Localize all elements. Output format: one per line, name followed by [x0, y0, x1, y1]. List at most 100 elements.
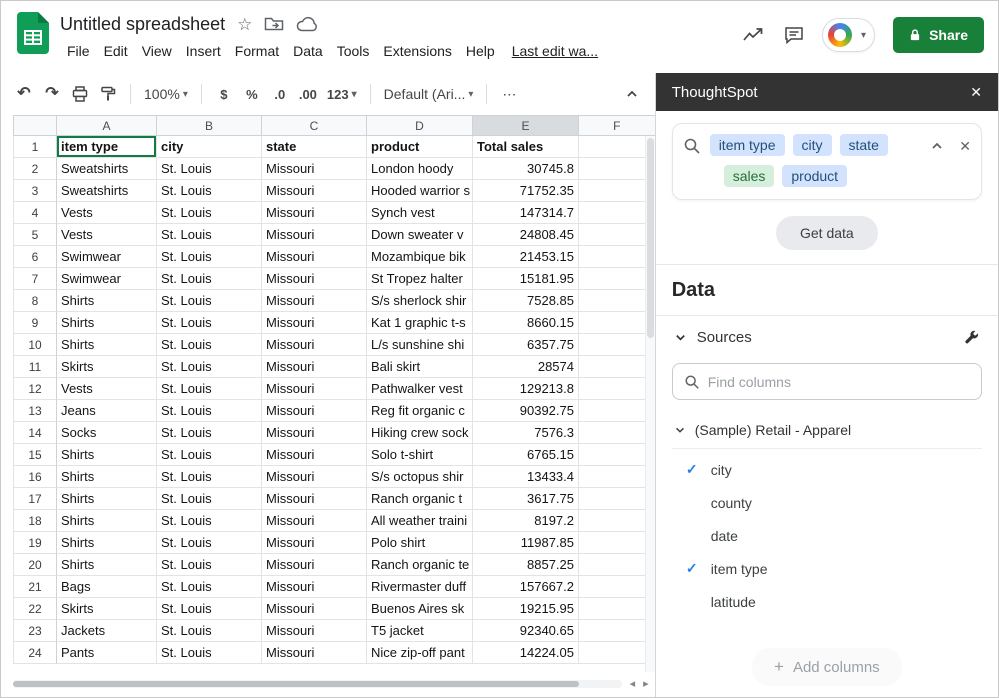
cell-F20[interactable] — [579, 554, 655, 576]
get-data-button[interactable]: Get data — [776, 216, 878, 250]
cell-C8[interactable]: Missouri — [262, 290, 367, 312]
cell-B19[interactable]: St. Louis — [157, 532, 262, 554]
cell-C11[interactable]: Missouri — [262, 356, 367, 378]
cell-A21[interactable]: Bags — [57, 576, 157, 598]
menu-help[interactable]: Help — [459, 41, 502, 61]
cell-D21[interactable]: Rivermaster duff — [367, 576, 473, 598]
cell-E5[interactable]: 24808.45 — [473, 224, 579, 246]
cell-F15[interactable] — [579, 444, 655, 466]
cell-B18[interactable]: St. Louis — [157, 510, 262, 532]
source-column-latitude[interactable]: latitude — [672, 585, 982, 618]
row-header-5[interactable]: 5 — [13, 224, 57, 246]
cell-B3[interactable]: St. Louis — [157, 180, 262, 202]
row-header-23[interactable]: 23 — [13, 620, 57, 642]
search-token-state[interactable]: state — [840, 134, 888, 156]
cell-A1[interactable]: item type — [57, 136, 157, 158]
horizontal-scrollbar[interactable]: ◂ ▸ — [13, 677, 649, 691]
menu-extensions[interactable]: Extensions — [376, 41, 458, 61]
cell-D11[interactable]: Bali skirt — [367, 356, 473, 378]
cell-F23[interactable] — [579, 620, 655, 642]
cell-A13[interactable]: Jeans — [57, 400, 157, 422]
cell-A5[interactable]: Vests — [57, 224, 157, 246]
toolbar-collapse-button[interactable] — [619, 81, 645, 108]
cell-E18[interactable]: 8197.2 — [473, 510, 579, 532]
cell-E8[interactable]: 7528.85 — [473, 290, 579, 312]
cell-C14[interactable]: Missouri — [262, 422, 367, 444]
row-header-13[interactable]: 13 — [13, 400, 57, 422]
cell-A15[interactable]: Shirts — [57, 444, 157, 466]
share-button[interactable]: Share — [893, 17, 984, 53]
cell-E7[interactable]: 15181.95 — [473, 268, 579, 290]
cell-B8[interactable]: St. Louis — [157, 290, 262, 312]
zoom-menu[interactable]: 100% ▾ — [140, 81, 192, 108]
cell-F21[interactable] — [579, 576, 655, 598]
horizontal-scroll-track[interactable] — [13, 680, 622, 688]
cell-E22[interactable]: 19215.95 — [473, 598, 579, 620]
cell-C1[interactable]: state — [262, 136, 367, 158]
print-button[interactable] — [67, 81, 93, 108]
cell-B12[interactable]: St. Louis — [157, 378, 262, 400]
cell-F5[interactable] — [579, 224, 655, 246]
search-token-sales[interactable]: sales — [724, 165, 775, 187]
cell-A23[interactable]: Jackets — [57, 620, 157, 642]
panel-close-icon[interactable]: ✕ — [970, 84, 982, 101]
cell-E12[interactable]: 129213.8 — [473, 378, 579, 400]
row-header-4[interactable]: 4 — [13, 202, 57, 224]
cell-B16[interactable]: St. Louis — [157, 466, 262, 488]
cell-D13[interactable]: Reg fit organic c — [367, 400, 473, 422]
cell-F24[interactable] — [579, 642, 655, 664]
cell-C21[interactable]: Missouri — [262, 576, 367, 598]
cell-A2[interactable]: Sweatshirts — [57, 158, 157, 180]
row-header-16[interactable]: 16 — [13, 466, 57, 488]
source-column-county[interactable]: county — [672, 486, 982, 519]
cell-A16[interactable]: Shirts — [57, 466, 157, 488]
cell-C9[interactable]: Missouri — [262, 312, 367, 334]
cell-E19[interactable]: 11987.85 — [473, 532, 579, 554]
cell-A12[interactable]: Vests — [57, 378, 157, 400]
presence-menu[interactable]: ▾ — [822, 18, 875, 52]
row-header-9[interactable]: 9 — [13, 312, 57, 334]
cell-B6[interactable]: St. Louis — [157, 246, 262, 268]
cell-D9[interactable]: Kat 1 graphic t-s — [367, 312, 473, 334]
cell-F11[interactable] — [579, 356, 655, 378]
cell-C16[interactable]: Missouri — [262, 466, 367, 488]
row-header-15[interactable]: 15 — [13, 444, 57, 466]
cell-E4[interactable]: 147314.7 — [473, 202, 579, 224]
cell-F17[interactable] — [579, 488, 655, 510]
cell-B1[interactable]: city — [157, 136, 262, 158]
scroll-right-arrow[interactable]: ▸ — [643, 679, 649, 690]
cell-A14[interactable]: Socks — [57, 422, 157, 444]
cell-A9[interactable]: Shirts — [57, 312, 157, 334]
cell-D3[interactable]: Hooded warrior s — [367, 180, 473, 202]
cell-F3[interactable] — [579, 180, 655, 202]
cell-B20[interactable]: St. Louis — [157, 554, 262, 576]
cell-B4[interactable]: St. Louis — [157, 202, 262, 224]
cell-A3[interactable]: Sweatshirts — [57, 180, 157, 202]
cell-F22[interactable] — [579, 598, 655, 620]
cell-C13[interactable]: Missouri — [262, 400, 367, 422]
row-header-21[interactable]: 21 — [13, 576, 57, 598]
menu-format[interactable]: Format — [228, 41, 286, 61]
search-token-product[interactable]: product — [782, 165, 847, 187]
cell-F9[interactable] — [579, 312, 655, 334]
row-header-17[interactable]: 17 — [13, 488, 57, 510]
cell-C5[interactable]: Missouri — [262, 224, 367, 246]
vertical-scrollbar[interactable] — [645, 136, 655, 672]
cell-D19[interactable]: Polo shirt — [367, 532, 473, 554]
format-button-[interactable]: $ — [211, 81, 237, 108]
cell-D16[interactable]: S/s octopus shir — [367, 466, 473, 488]
row-header-7[interactable]: 7 — [13, 268, 57, 290]
cell-A7[interactable]: Swimwear — [57, 268, 157, 290]
cell-C17[interactable]: Missouri — [262, 488, 367, 510]
font-menu[interactable]: Default (Ari... ▾ — [380, 81, 478, 108]
cell-F6[interactable] — [579, 246, 655, 268]
cell-E9[interactable]: 8660.15 — [473, 312, 579, 334]
cell-D12[interactable]: Pathwalker vest — [367, 378, 473, 400]
row-header-19[interactable]: 19 — [13, 532, 57, 554]
search-token-item-type[interactable]: item type — [710, 134, 785, 156]
cell-A4[interactable]: Vests — [57, 202, 157, 224]
column-header-C[interactable]: C — [262, 115, 367, 136]
redo-button[interactable]: ↷ — [39, 81, 65, 108]
cell-D10[interactable]: L/s sunshine shi — [367, 334, 473, 356]
menu-data[interactable]: Data — [286, 41, 330, 61]
